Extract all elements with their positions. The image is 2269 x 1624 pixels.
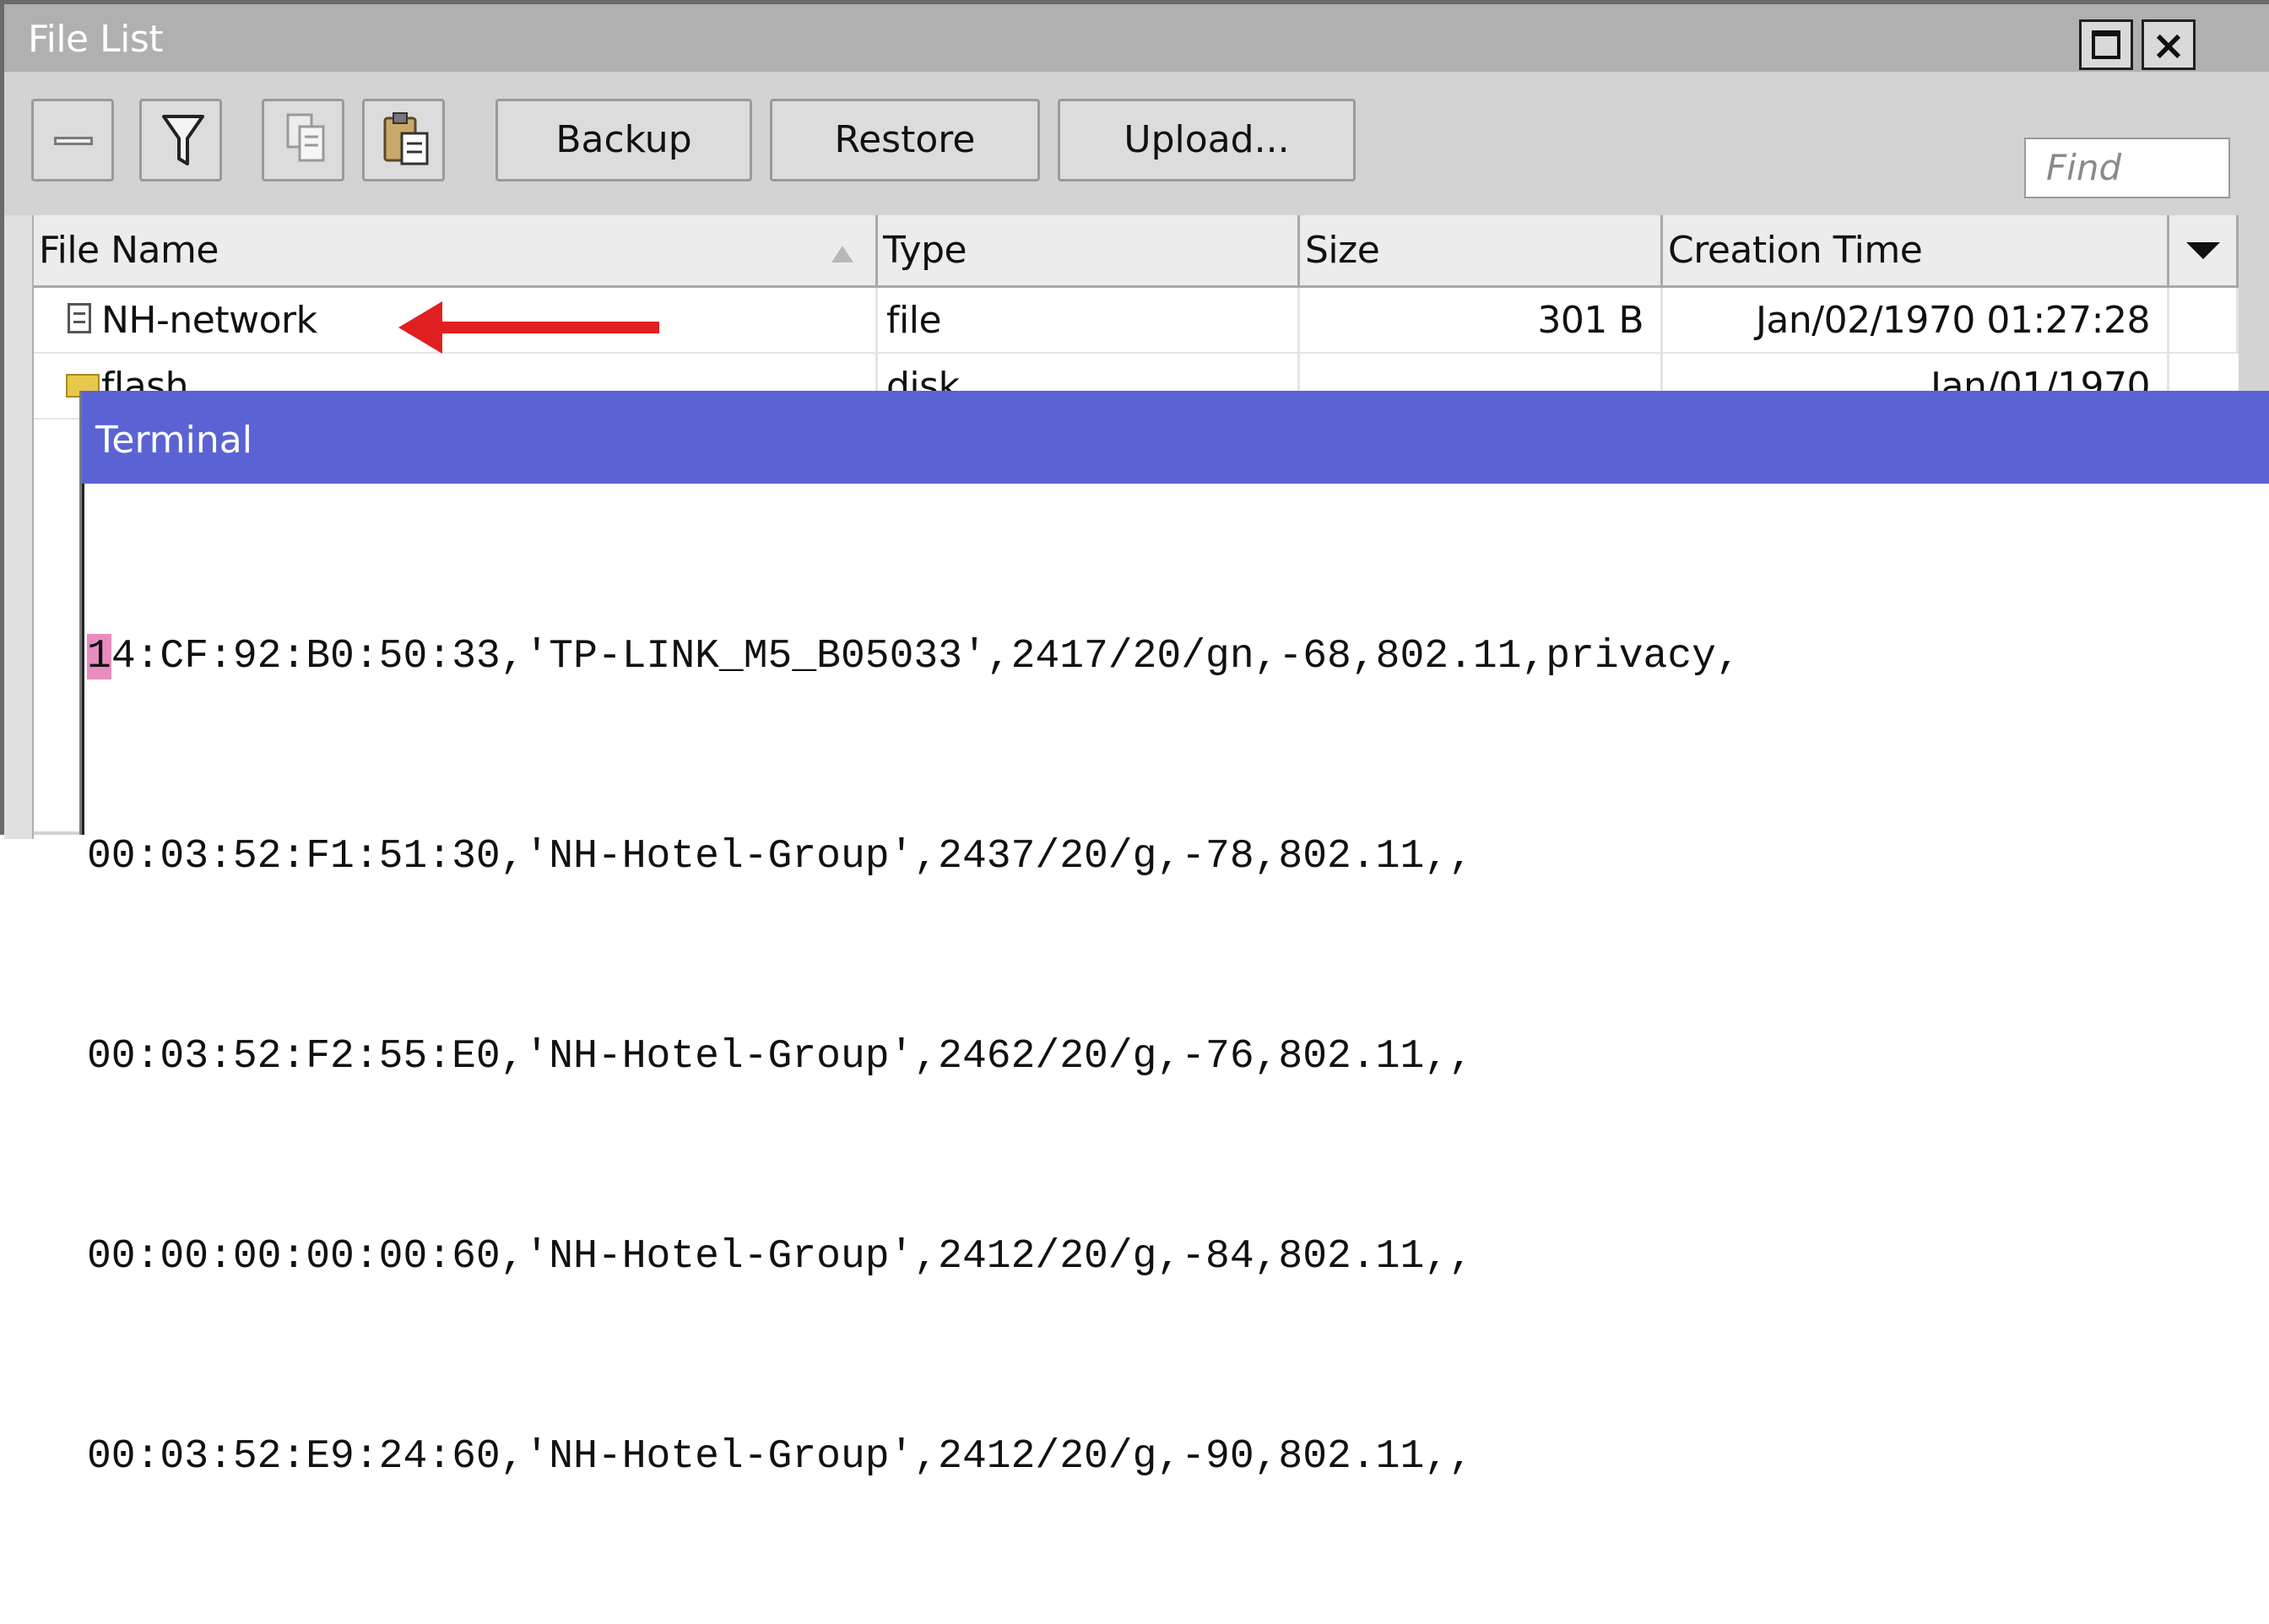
table-row-name[interactable]: NH-network — [34, 288, 878, 354]
dropdown-arrow-icon — [2186, 242, 2220, 259]
copy-button[interactable] — [262, 99, 344, 181]
table-row-size[interactable]: 301 B — [1300, 288, 1663, 354]
annotation-arrow-icon — [398, 301, 442, 354]
close-button[interactable]: × — [2142, 19, 2196, 70]
remove-button[interactable] — [31, 99, 114, 181]
copy-icon — [286, 113, 325, 162]
column-menu-button[interactable] — [2169, 215, 2239, 288]
table-row-time[interactable]: Jan/02/1970 01:27:28 — [1663, 288, 2169, 354]
maximize-button[interactable] — [2079, 19, 2133, 70]
find-input[interactable]: Find — [2024, 138, 2230, 198]
terminal-window: Terminal 14:CF:92:B0:50:33,'TP-LINK_M5_B… — [79, 391, 2269, 1480]
terminal-line: 00:00:00:00:00:60,'NH-Hotel-Group',2412/… — [87, 1234, 1473, 1280]
column-header-label: File Name — [39, 229, 219, 272]
terminal-cursor: 1 — [87, 634, 111, 679]
file-list-titlebar[interactable]: File List × — [4, 4, 2269, 72]
terminal-line: 00:03:52:E9:24:60,'NH-Hotel-Group',2412/… — [87, 1434, 1473, 1480]
column-header-file-name[interactable]: File Name — [34, 215, 878, 288]
window-title: File List — [28, 18, 164, 61]
table-row-type[interactable]: file — [878, 288, 1300, 354]
column-header-size[interactable]: Size — [1300, 215, 1663, 288]
column-header-creation-time[interactable]: Creation Time — [1663, 215, 2169, 288]
column-header-type[interactable]: Type — [878, 215, 1300, 288]
table-left-gutter — [4, 215, 34, 839]
terminal-line: 14:CF:92:B0:50:33,'TP-LINK_M5_B05033',24… — [87, 624, 2265, 690]
minus-icon — [54, 137, 93, 145]
filter-button[interactable] — [139, 99, 222, 181]
terminal-line: 00:03:52:F2:55:E0,'NH-Hotel-Group',2462/… — [87, 1034, 1473, 1080]
terminal-titlebar[interactable]: Terminal — [82, 391, 2269, 484]
table-row-spacer — [2169, 288, 2239, 354]
restore-button[interactable]: Restore — [770, 99, 1040, 181]
maximize-icon — [2092, 30, 2120, 59]
filter-icon — [162, 115, 204, 165]
terminal-output[interactable]: 14:CF:92:B0:50:33,'TP-LINK_M5_B05033',24… — [87, 490, 2265, 1480]
upload-button[interactable]: Upload... — [1058, 99, 1356, 181]
terminal-title: Terminal — [95, 419, 252, 462]
sort-ascending-icon — [831, 246, 853, 263]
toolbar: Backup Restore Upload... Find — [4, 72, 2269, 215]
annotation-arrow-shaft — [419, 322, 659, 333]
backup-button[interactable]: Backup — [495, 99, 752, 181]
close-icon: × — [2151, 22, 2186, 69]
terminal-line: 00:03:52:F1:51:30,'NH-Hotel-Group',2437/… — [87, 834, 1473, 880]
paste-icon — [383, 112, 429, 165]
terminal-line-text: 4:CF:92:B0:50:33,'TP-LINK_M5_B05033',241… — [111, 634, 1741, 679]
paste-button[interactable] — [362, 99, 445, 181]
